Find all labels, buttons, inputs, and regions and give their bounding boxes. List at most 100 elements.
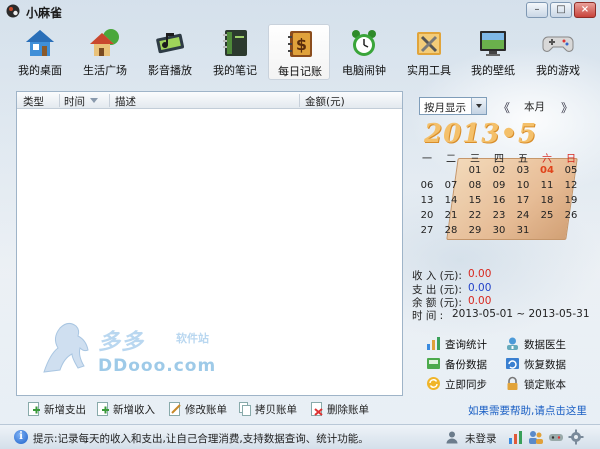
calendar-week-row: 20 21 22 23 24 25 26 — [415, 210, 583, 225]
gear-icon[interactable] — [568, 429, 584, 445]
calendar-day[interactable]: 31 — [511, 225, 535, 236]
calendar-day[interactable]: 15 — [463, 195, 487, 206]
calendar-day[interactable]: 12 — [559, 180, 583, 191]
close-button[interactable]: × — [574, 2, 596, 18]
calendar-day[interactable]: 05 — [559, 165, 583, 176]
calendar-day[interactable]: 20 — [415, 210, 439, 221]
calendar-day[interactable]: 18 — [535, 195, 559, 206]
tool-alarm-clock[interactable]: 电脑闹钟 — [333, 24, 395, 80]
tool-my-games[interactable]: 我的游戏 — [527, 24, 589, 80]
calendar-day[interactable]: 23 — [487, 210, 511, 221]
calendar-day[interactable]: 03 — [511, 165, 535, 176]
edit-bill-icon — [169, 402, 181, 416]
tool-media-player[interactable]: 影音播放 — [139, 24, 201, 80]
column-amount[interactable]: 金额(元) — [305, 94, 345, 109]
maximize-button[interactable]: □ — [550, 2, 572, 18]
calendar-day[interactable]: 09 — [487, 180, 511, 191]
tool-my-notes[interactable]: 我的笔记 — [204, 24, 266, 80]
prev-month-button[interactable]: 《 — [498, 99, 510, 116]
column-description[interactable]: 描述 — [115, 94, 136, 109]
close-icon: × — [580, 4, 590, 15]
button-label: 备份数据 — [445, 359, 487, 371]
maximize-icon: □ — [556, 4, 566, 15]
calendar-day[interactable]: 10 — [511, 180, 535, 191]
calendar-week-row: 01 02 03 04 05 — [415, 165, 583, 180]
gamepad-small-icon[interactable] — [548, 429, 564, 445]
next-month-button[interactable]: 》 — [561, 99, 573, 116]
list-header: 类型 时间 描述 金额(元) — [17, 92, 402, 109]
delete-bill-icon — [311, 402, 323, 416]
sort-down-icon — [90, 98, 98, 103]
chevron-down-icon[interactable] — [471, 98, 486, 114]
calendar-day[interactable]: 02 — [487, 165, 511, 176]
calendar-year-month: 2013•5 — [424, 119, 538, 149]
app-window: 小麻雀 – □ × 我的桌面 生活广场 影音播放 我的笔记 $ 每日记账 电脑闹… — [0, 0, 600, 449]
calendar-day[interactable]: 27 — [415, 225, 439, 236]
calendar-day[interactable]: 07 — [439, 180, 463, 191]
button-label: 查询统计 — [445, 339, 487, 351]
title-bar: 小麻雀 – □ × — [0, 0, 600, 22]
toolbox-icon — [417, 32, 441, 55]
tool-my-wallpaper[interactable]: 我的壁纸 — [462, 24, 524, 80]
current-month-button[interactable]: 本月 — [524, 99, 545, 114]
watermark-url: DDooo.com — [98, 356, 217, 376]
action-label: 新增收入 — [113, 404, 155, 416]
minimize-button[interactable]: – — [526, 2, 548, 18]
calendar-day[interactable]: 17 — [511, 195, 535, 206]
calendar-day[interactable]: 26 — [559, 210, 583, 221]
watermark-text: 多多 — [98, 330, 145, 355]
tool-label: 我的笔记 — [213, 64, 257, 77]
calendar-week-row: 06 07 08 09 10 11 12 — [415, 180, 583, 195]
status-tray — [508, 429, 598, 445]
income-value: 0.00 — [468, 268, 492, 280]
copy-bill-icon — [239, 402, 251, 416]
stats-icon[interactable] — [508, 429, 524, 445]
wallpaper-icon — [480, 31, 506, 56]
tool-label: 我的游戏 — [536, 64, 580, 77]
button-label: 锁定账本 — [524, 379, 566, 391]
calendar-day[interactable]: 14 — [439, 195, 463, 206]
tool-daily-ledger[interactable]: $ 每日记账 — [268, 24, 330, 80]
calendar-day[interactable]: 16 — [487, 195, 511, 206]
column-time[interactable]: 时间 — [64, 94, 85, 109]
calendar-day[interactable]: 13 — [415, 195, 439, 206]
balance-value: 0.00 — [468, 295, 492, 307]
calendar-day[interactable]: 24 — [511, 210, 535, 221]
column-type[interactable]: 类型 — [23, 94, 44, 109]
calendar-day[interactable]: 30 — [487, 225, 511, 236]
bill-actions: 新增支出 新增收入 修改账单 拷贝账单 删除账单 — [24, 400, 404, 418]
calendar-day[interactable]: 19 — [559, 195, 583, 206]
weekday-label: 三 — [470, 154, 480, 165]
action-label: 修改账单 — [185, 404, 227, 416]
tool-life-square[interactable]: 生活广场 — [74, 24, 136, 80]
action-label: 拷贝账单 — [255, 404, 297, 416]
people-icon[interactable] — [528, 429, 544, 445]
button-label: 恢复数据 — [524, 359, 566, 371]
calendar-day[interactable]: 28 — [439, 225, 463, 236]
calendar-day[interactable]: 04 — [535, 165, 559, 176]
calendar-day[interactable]: 08 — [463, 180, 487, 191]
info-icon: i — [14, 430, 28, 444]
doctor-icon — [507, 337, 518, 350]
backup-icon — [427, 358, 440, 369]
tool-label: 生活广场 — [83, 64, 127, 77]
tool-my-desktop[interactable]: 我的桌面 — [9, 24, 71, 80]
tool-label: 电脑闹钟 — [342, 64, 386, 77]
add-expense-icon — [28, 402, 40, 416]
calendar-day[interactable]: 06 — [415, 180, 439, 191]
calendar-day[interactable]: 01 — [463, 165, 487, 176]
calendar-day[interactable]: 21 — [439, 210, 463, 221]
help-link[interactable]: 如果需要帮助,请点击这里 — [468, 403, 587, 418]
income-label: 收 入 (元): — [412, 270, 462, 282]
weekday-label: 二 — [446, 154, 456, 165]
calendar-day[interactable]: 25 — [535, 210, 559, 221]
calendar-day[interactable]: 29 — [463, 225, 487, 236]
calendar-week-row: 27 28 29 30 31 — [415, 225, 583, 240]
chart-icon — [427, 337, 440, 350]
view-mode-select[interactable]: 按月显示 — [419, 97, 487, 115]
calendar-day[interactable]: 11 — [535, 180, 559, 191]
tool-utilities[interactable]: 实用工具 — [398, 24, 460, 80]
watermark: 多多 软件站 DDooo.com — [36, 310, 226, 390]
horse-watermark-icon — [43, 322, 89, 373]
calendar-day[interactable]: 22 — [463, 210, 487, 221]
